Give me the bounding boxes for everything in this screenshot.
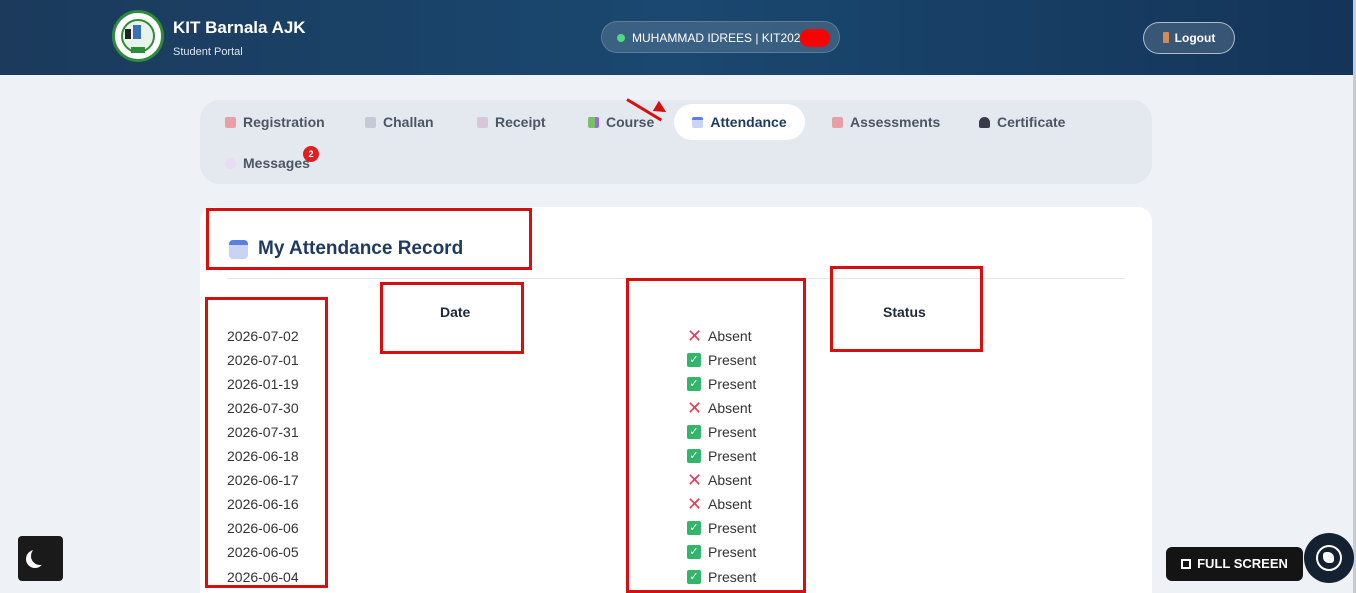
calendar-icon <box>692 117 704 128</box>
whatsapp-chat-button[interactable] <box>1304 533 1354 583</box>
table-row: 2026-07-31 ✓ Present <box>0 424 1100 448</box>
table-row: 2026-06-04 ✓ Present <box>0 569 1100 593</box>
table-row: 2026-06-17 ✕ Absent <box>0 471 1100 496</box>
fullscreen-label: FULL SCREEN <box>1197 556 1288 571</box>
table-row: 2026-06-05 ✓ Present <box>0 544 1100 568</box>
top-header: KIT Barnala AJK Student Portal MUHAMMAD … <box>0 0 1353 75</box>
logout-label: Logout <box>1174 31 1216 45</box>
moon-icon <box>31 547 49 565</box>
online-status-dot <box>617 34 625 42</box>
tab-certificate[interactable]: Certificate <box>979 104 1065 140</box>
table-row: 2026-01-19 ✓ Present <box>0 376 1100 400</box>
table-row: 2026-06-18 ✓ Present <box>0 448 1100 472</box>
table-row: 2026-06-16 ✕ Absent <box>0 495 1100 520</box>
redaction-mark <box>800 29 830 47</box>
tab-assessments[interactable]: Assessments <box>832 104 940 140</box>
challan-icon <box>365 117 376 128</box>
annotation-box-statuses <box>626 278 806 593</box>
user-info-pill: MUHAMMAD IDREES | KIT2026 <box>601 21 840 53</box>
graduation-cap-icon <box>979 117 990 128</box>
course-icon <box>588 117 599 128</box>
annotation-box-dates <box>205 297 328 588</box>
speech-bubble-icon <box>225 158 236 169</box>
theme-toggle-button[interactable] <box>18 536 63 581</box>
table-row: 2026-07-30 ✕ Absent <box>0 399 1100 424</box>
tab-attendance[interactable]: Attendance <box>674 104 805 140</box>
door-icon <box>1162 32 1169 43</box>
brand-subtitle: Student Portal <box>173 46 243 58</box>
annotation-box-date-header <box>380 282 524 354</box>
table-row: 2026-07-01 ✓ Present <box>0 352 1100 376</box>
assessments-icon <box>832 117 843 128</box>
messages-unread-badge: 2 <box>303 146 319 162</box>
tab-registration[interactable]: Registration <box>225 104 325 140</box>
registration-icon <box>225 117 236 128</box>
logout-button[interactable]: Logout <box>1143 22 1235 54</box>
fullscreen-button[interactable]: FULL SCREEN <box>1166 547 1303 581</box>
table-row: 2026-06-06 ✓ Present <box>0 520 1100 544</box>
institute-logo <box>112 10 164 62</box>
receipt-icon <box>477 117 488 128</box>
annotation-box-title <box>206 208 532 270</box>
annotation-box-status-header <box>830 266 983 352</box>
tab-receipt[interactable]: Receipt <box>477 104 546 140</box>
tab-challan[interactable]: Challan <box>365 104 434 140</box>
user-name-id: MUHAMMAD IDREES | KIT2026 <box>632 31 808 45</box>
brand-title: KIT Barnala AJK <box>173 18 306 37</box>
tab-messages[interactable]: Messages <box>225 145 310 181</box>
fullscreen-icon <box>1181 559 1192 569</box>
